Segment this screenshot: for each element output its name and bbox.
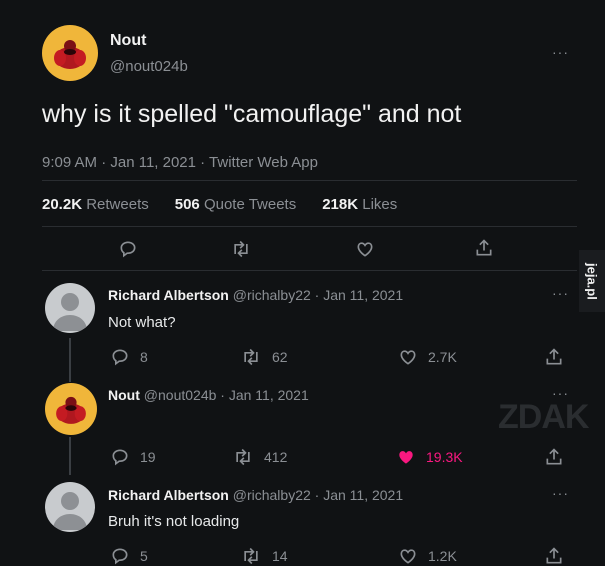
share-action[interactable]: [544, 447, 564, 467]
share-icon: [546, 547, 562, 564]
tweet-stats: 20.2K Retweets 506 Quote Tweets 218K Lik…: [42, 196, 397, 213]
retweet-count: 14: [272, 548, 288, 564]
retweet-action[interactable]: 412: [232, 447, 287, 467]
like-icon: [400, 350, 416, 365]
reply-meta[interactable]: @nout024b · Jan 11, 2021: [144, 387, 309, 403]
default-avatar-icon: [53, 492, 87, 530]
like-action[interactable]: 1.2K: [398, 546, 457, 566]
retweet-icon[interactable]: [230, 239, 252, 259]
thread-line: [69, 437, 71, 475]
retweets-label: Retweets: [86, 196, 149, 213]
avatar[interactable]: [45, 482, 95, 532]
share-icon: [546, 348, 562, 365]
reply-meta[interactable]: @richalby22 · Jan 11, 2021: [233, 287, 403, 303]
like-count: 19.3K: [426, 449, 463, 465]
like-action[interactable]: 19.3K: [396, 447, 463, 467]
jeja-watermark[interactable]: jeja.pl: [579, 250, 605, 312]
reply-action[interactable]: 5: [110, 546, 148, 566]
like-action[interactable]: 2.7K: [398, 347, 457, 367]
like-count: 2.7K: [428, 349, 457, 365]
reply-header: Richard Albertson @richalby22 · Jan 11, …: [108, 287, 403, 303]
avatar[interactable]: [42, 25, 98, 81]
reply-author-name[interactable]: Nout: [108, 387, 140, 403]
more-icon[interactable]: ···: [552, 485, 569, 501]
reply-action[interactable]: 19: [110, 447, 156, 467]
retweet-action[interactable]: 14: [240, 546, 288, 566]
reply-meta[interactable]: @richalby22 · Jan 11, 2021: [233, 487, 403, 503]
reply-text: Bruh it's not loading: [108, 513, 240, 530]
default-avatar-icon: [53, 293, 87, 331]
reply-header: Richard Albertson @richalby22 · Jan 11, …: [108, 487, 403, 503]
avatar[interactable]: [45, 383, 97, 435]
tweet-meta: 9:09 AM · Jan 11, 2021 · Twitter Web App: [42, 154, 318, 171]
reply-author-name[interactable]: Richard Albertson: [108, 487, 229, 503]
more-icon[interactable]: ···: [552, 44, 569, 60]
reply-count: 19: [140, 449, 156, 465]
reply-icon: [112, 349, 128, 366]
reply-icon: [112, 548, 128, 565]
likes-stat[interactable]: 218K Likes: [322, 196, 397, 213]
divider: [42, 226, 577, 227]
author-name[interactable]: Nout: [110, 32, 146, 50]
like-icon-filled: [399, 451, 413, 464]
share-icon: [546, 448, 562, 465]
reply-count: 8: [140, 349, 148, 365]
reply-action[interactable]: 8: [110, 347, 148, 367]
reply-icon[interactable]: [118, 239, 138, 259]
watermark-overlay: ZDAK: [498, 398, 589, 436]
quotes-count: 506: [174, 196, 200, 213]
reply-header: Nout @nout024b · Jan 11, 2021: [108, 387, 309, 403]
tweet-text: why is it spelled "camouflage" and not: [42, 100, 462, 128]
retweet-icon: [244, 547, 258, 565]
retweets-count: 20.2K: [42, 196, 83, 213]
likes-count: 218K: [322, 196, 359, 213]
retweet-count: 62: [272, 349, 288, 365]
like-icon: [400, 549, 416, 564]
retweets-stat[interactable]: 20.2K Retweets: [42, 196, 149, 213]
like-icon[interactable]: [355, 239, 375, 259]
reply-count: 5: [140, 548, 148, 564]
like-count: 1.2K: [428, 548, 457, 564]
retweet-icon: [244, 348, 258, 366]
quotes-stat[interactable]: 506 Quote Tweets: [175, 196, 296, 213]
crewmate-avatar-icon: [54, 40, 86, 69]
share-icon[interactable]: [474, 238, 494, 258]
share-action[interactable]: [544, 546, 564, 566]
quotes-label: Quote Tweets: [203, 196, 297, 213]
reply-icon: [112, 449, 128, 466]
author-handle[interactable]: @nout024b: [110, 58, 188, 75]
retweet-count: 412: [264, 449, 288, 465]
retweet-action[interactable]: 62: [240, 347, 288, 367]
divider: [42, 270, 577, 271]
thread-line: [69, 338, 71, 382]
divider: [42, 180, 577, 181]
avatar[interactable]: [45, 283, 95, 333]
crewmate-avatar-icon: [56, 396, 86, 424]
share-action[interactable]: [544, 347, 564, 367]
more-icon[interactable]: ···: [552, 285, 569, 301]
retweet-icon: [236, 448, 250, 466]
reply-text: Not what?: [108, 314, 176, 331]
likes-label: Likes: [362, 196, 398, 213]
reply-author-name[interactable]: Richard Albertson: [108, 287, 229, 303]
